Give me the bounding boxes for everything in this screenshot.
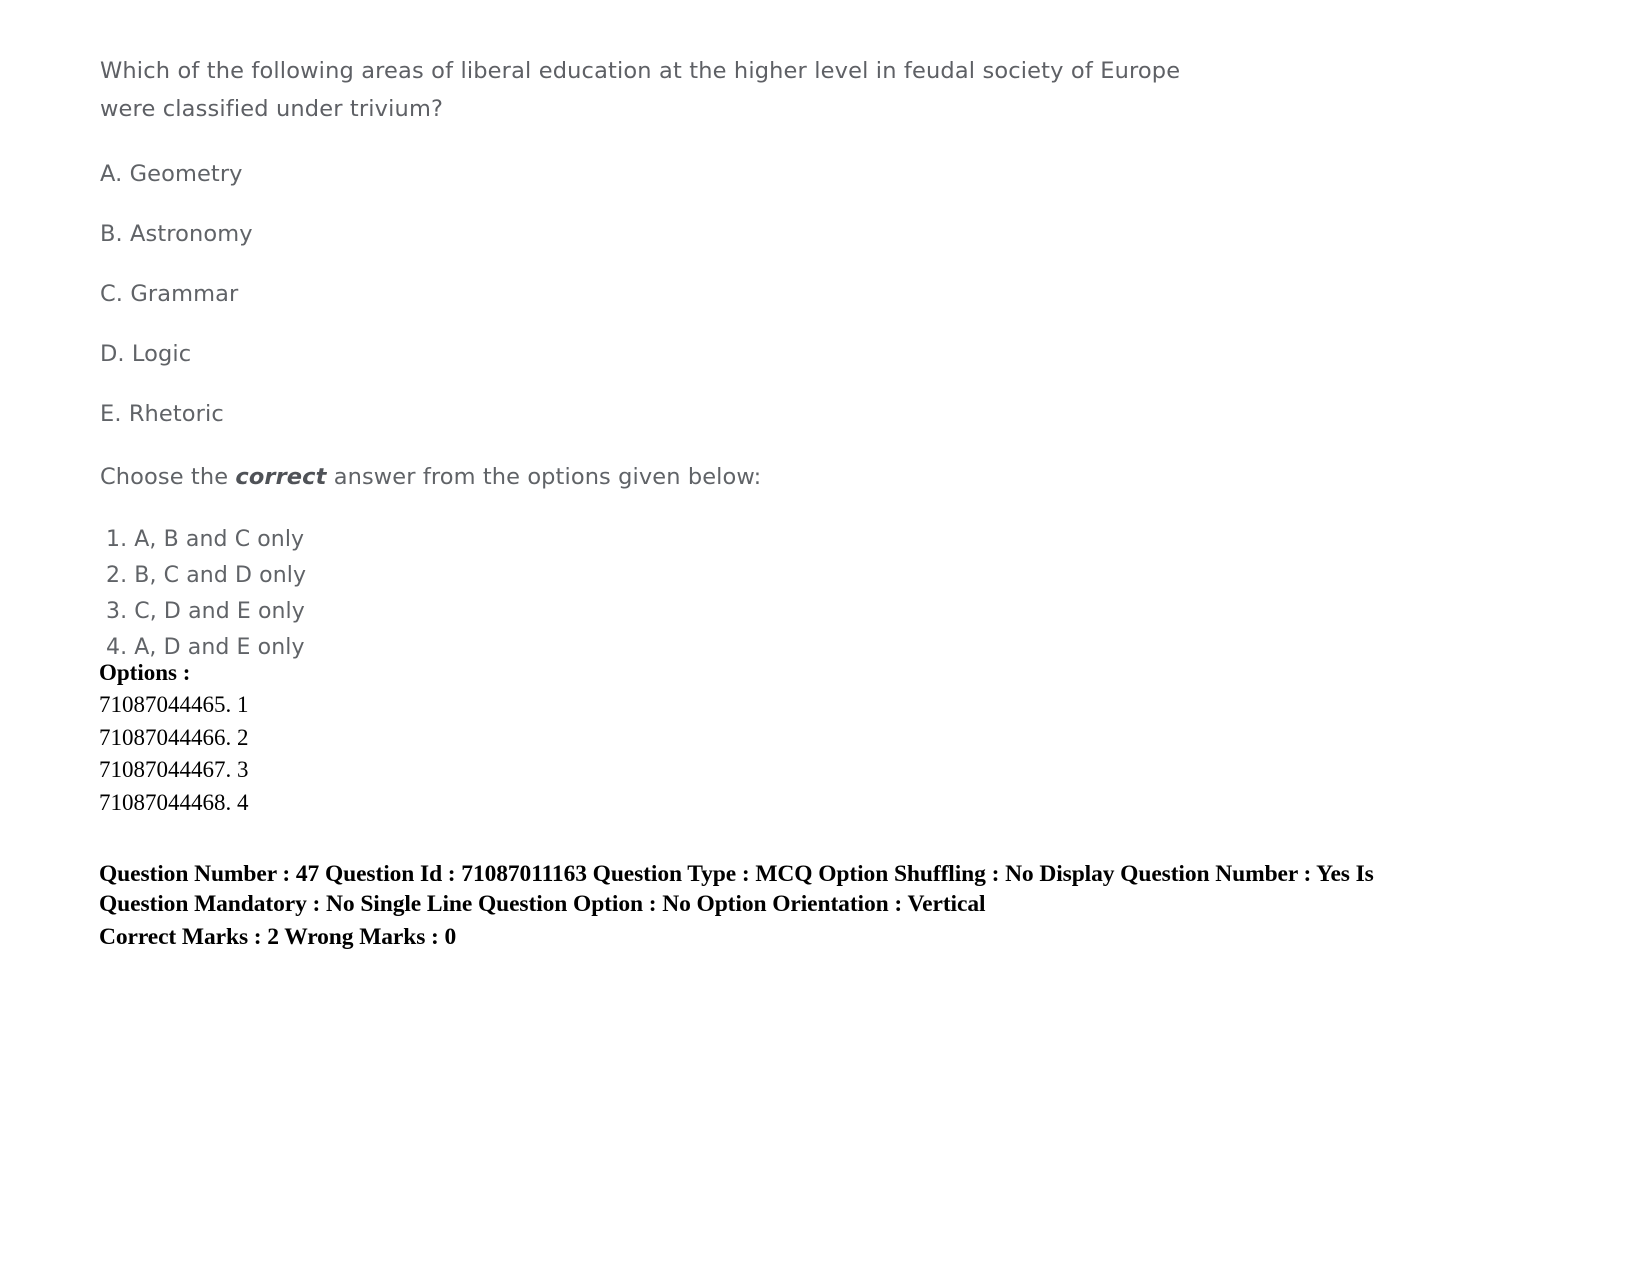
answer-choice-3: 3. C, D and E only: [106, 599, 305, 624]
metadata-line-marks: Correct Marks : 2 Wrong Marks : 0: [99, 924, 457, 950]
statement-item-b: B. Astronomy: [100, 221, 253, 247]
options-heading: Options :: [99, 660, 191, 685]
answer-choice-1: 1. A, B and C only: [106, 527, 305, 552]
instruction-line: Choose the correct answer from the optio…: [100, 464, 1220, 490]
metadata-line-settings: Question Mandatory : No Single Line Ques…: [99, 890, 986, 917]
option-id-row: 71087044466. 2: [99, 724, 249, 750]
answer-choice-list: 1. A, B and C only 2. B, C and D only 3.…: [100, 522, 1220, 666]
statement-item-c: C. Grammar: [100, 281, 239, 307]
option-id-list: 71087044465. 1 71087044466. 2 7108704446…: [99, 689, 1439, 819]
statement-item-a: A. Geometry: [100, 161, 243, 187]
statement-list: A. Geometry B. Astronomy C. Grammar D. L…: [100, 162, 1220, 426]
option-id-row: 71087044465. 1: [99, 692, 249, 717]
option-id-row: 71087044468. 4: [99, 789, 249, 815]
question-body: Which of the following areas of liberal …: [100, 52, 1220, 666]
statement-item-e: E. Rhetoric: [100, 401, 224, 427]
instruction-suffix: answer from the options given below:: [326, 464, 762, 490]
statement-item-d: D. Logic: [100, 341, 192, 367]
instruction-emphasis: correct: [235, 464, 327, 490]
instruction-prefix: Choose the: [100, 464, 236, 490]
answer-choice-2: 2. B, C and D only: [106, 563, 307, 588]
document-page: Which of the following areas of liberal …: [0, 0, 1650, 1275]
question-stem: Which of the following areas of liberal …: [100, 58, 1181, 122]
options-section: Options : 71087044465. 1 71087044466. 2 …: [99, 657, 1439, 819]
question-metadata: Question Number : 47 Question Id : 71087…: [99, 860, 1444, 953]
option-id-row: 71087044467. 3: [99, 757, 249, 782]
metadata-line-identity: Question Number : 47 Question Id : 71087…: [99, 861, 1374, 887]
